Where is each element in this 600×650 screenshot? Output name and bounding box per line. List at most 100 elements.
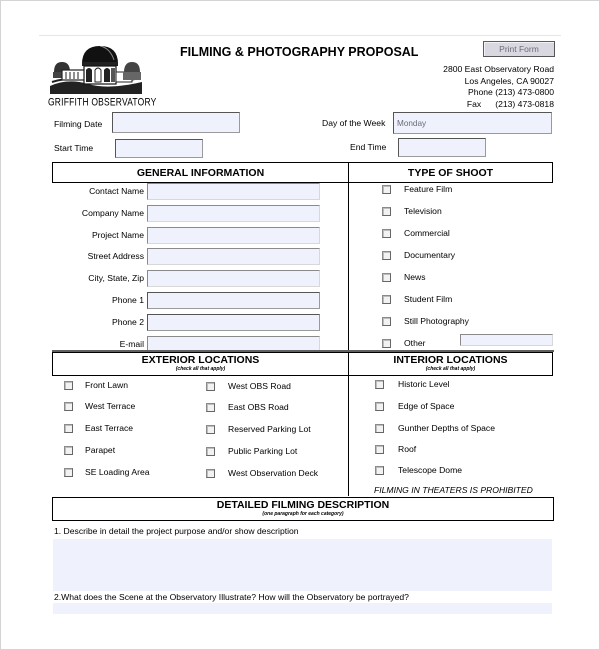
contact-name-label: Contact Name [89,186,144,196]
project-name-input[interactable] [148,231,319,246]
telescope-dome-checkbox[interactable] [375,466,384,475]
detailed-description-header: DETAILED FILMING DESCRIPTION (one paragr… [52,497,554,521]
phone-2-label: Phone 2 [111,317,144,327]
question-1: 1. Describe in detail the project purpos… [54,526,299,536]
filming-date-field[interactable] [112,112,240,133]
parapet-checkbox[interactable] [64,446,73,455]
theaters-prohibited-note: FILMING IN THEATERS IS PROHIBITED [374,485,533,495]
west-observation-deck-checkbox[interactable] [206,469,215,478]
city-state-zip-field[interactable] [147,270,320,289]
documentary-checkbox[interactable] [382,251,391,260]
start-time-field[interactable] [115,139,203,159]
street-address-field[interactable] [147,248,320,267]
phone-2-field[interactable] [147,314,320,333]
address-street: 2800 East Observatory Road [443,64,554,74]
griffith-observatory-logo: GRIFFITH OBSERVATORY [48,42,157,109]
company-name-input[interactable] [148,209,319,224]
day-of-week-label: Day of the Week [322,118,386,128]
question-1-answer-input[interactable] [53,539,552,591]
se-loading-area-label: SE Loading Area [85,467,150,477]
feature-film-checkbox[interactable] [382,185,391,194]
filming-date-input[interactable] [113,114,239,133]
public-parking-lot-checkbox[interactable] [206,447,215,456]
e-mail-label: E-mail [119,339,144,349]
commercial-label: Commercial [404,228,450,238]
west-terrace-label: West Terrace [85,401,136,411]
column-divider [348,183,349,351]
east-terrace-checkbox[interactable] [64,424,73,433]
day-of-week-input[interactable] [394,113,551,134]
fax-label: Fax [466,98,482,109]
other-checkbox[interactable] [382,339,391,348]
student-film-label: Student Film [404,294,453,304]
start-time-input[interactable] [116,142,202,159]
print-form-button[interactable]: Print Form [483,41,555,57]
address-phone: Phone (213) 473-0800 [467,87,554,98]
se-loading-area-checkbox[interactable] [64,468,73,477]
address-fax: Fax (213) 473-0818 [443,99,554,111]
question-2-answer-area[interactable] [53,603,552,616]
historic-level-label: Historic Level [398,379,450,389]
city-state-zip-label: City, State, Zip [88,273,144,283]
still-photography-label: Still Photography [404,316,469,326]
edge-of-space-checkbox[interactable] [375,402,384,411]
other-label: Other [404,338,426,348]
west-obs-road-checkbox[interactable] [206,382,215,391]
still-photography-checkbox[interactable] [382,317,391,326]
front-lawn-checkbox[interactable] [64,381,73,390]
feature-film-label: Feature Film [404,184,453,194]
east-obs-road-checkbox[interactable] [206,403,215,412]
west-obs-road-label: West OBS Road [228,381,291,391]
commercial-checkbox[interactable] [382,229,391,238]
other-shoot-type-input[interactable] [461,340,552,351]
general-information-heading: GENERAL INFORMATION [136,167,265,179]
telescope-dome-label: Telescope Dome [398,465,463,475]
interior-locations-subheading: (check all that apply) [425,366,476,372]
parapet-label: Parapet [85,445,116,455]
end-time-label: End Time [350,142,387,152]
company-name-field[interactable] [147,205,320,224]
other-shoot-type-field[interactable] [460,334,553,351]
phone-2-input[interactable] [148,318,319,333]
exterior-locations-header: EXTERIOR LOCATIONS (check all that apply… [52,352,349,376]
east-terrace-label: East Terrace [85,423,134,433]
day-of-week-field[interactable] [393,112,552,134]
logo-text: GRIFFITH OBSERVATORY [48,94,157,109]
city-state-zip-input[interactable] [148,274,319,289]
west-terrace-checkbox[interactable] [64,402,73,411]
project-name-field[interactable] [147,227,320,246]
reserved-parking-lot-checkbox[interactable] [206,425,215,434]
television-checkbox[interactable] [382,207,391,216]
historic-level-checkbox[interactable] [375,380,384,389]
street-address-input[interactable] [148,252,319,267]
end-time-field[interactable] [398,138,486,158]
news-checkbox[interactable] [382,273,391,282]
public-parking-lot-label: Public Parking Lot [228,446,298,456]
roof-label: Roof [398,444,417,454]
fax-number: (213) 473-0818 [495,98,554,109]
gunther-depths-of-space-checkbox[interactable] [375,424,384,433]
roof-checkbox[interactable] [375,445,384,454]
reserved-parking-lot-label: Reserved Parking Lot [228,424,311,434]
street-address-label: Street Address [87,251,144,261]
type-of-shoot-header: TYPE OF SHOOT [348,162,553,183]
west-observation-deck-label: West Observation Deck [228,468,319,478]
detailed-description-heading: DETAILED FILMING DESCRIPTION [216,499,390,511]
exterior-locations-heading: EXTERIOR LOCATIONS [141,354,260,366]
question-1-answer-area[interactable] [53,539,552,591]
general-information-header: GENERAL INFORMATION [52,162,349,183]
contact-name-field[interactable] [147,183,320,202]
interior-locations-header: INTERIOR LOCATIONS (check all that apply… [348,352,553,376]
address-city: Los Angeles, CA 90027 [464,75,554,86]
contact-name-input[interactable] [148,187,319,202]
detailed-description-subheading: (one paragraph for each category) [262,511,344,517]
television-label: Television [404,206,442,216]
question-2-answer-input[interactable] [53,605,552,616]
end-time-input[interactable] [399,141,485,158]
phone-1-field[interactable] [147,292,320,311]
student-film-checkbox[interactable] [382,295,391,304]
filming-date-label: Filming Date [54,119,103,129]
type-of-shoot-heading: TYPE OF SHOOT [407,167,494,179]
front-lawn-label: Front Lawn [85,380,128,390]
phone-1-input[interactable] [148,296,319,311]
